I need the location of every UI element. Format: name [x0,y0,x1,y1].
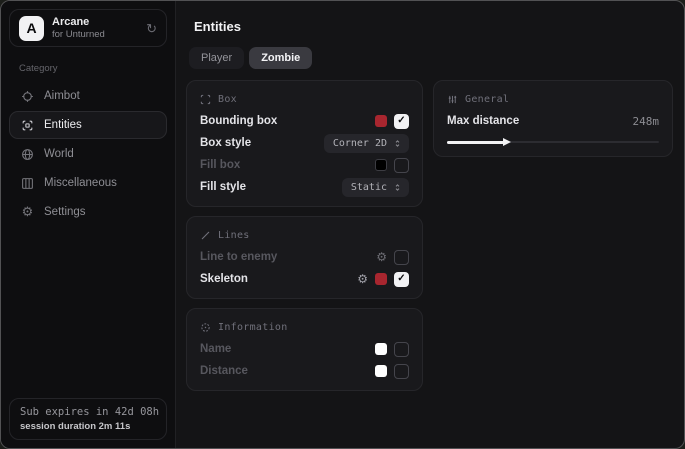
crosshair-icon [20,90,35,103]
app-header-card: A Arcane for Unturned ↻ [9,9,167,47]
scan-circle-icon [200,322,211,333]
content-area: Box Bounding box ✓ Box style [186,80,673,391]
box-card: Box Bounding box ✓ Box style [186,80,423,207]
fill-style-dropdown[interactable]: Static [342,178,409,197]
box-card-header: Box [200,91,409,107]
fill-box-label: Fill box [200,159,240,171]
lines-card: Lines Line to enemy ⚙ Skeleton [186,216,423,299]
box-card-title: Box [218,94,237,105]
lines-card-rows: Line to enemy ⚙ Skeleton ⚙ ✓ [200,246,409,290]
bounding-box-color-swatch[interactable] [375,115,387,127]
globe-icon [20,148,35,161]
sidebar-item-entities[interactable]: Entities [9,111,167,139]
fill-style-value: Static [351,182,387,193]
box-corners-icon [200,94,211,105]
sidebar-item-label: World [44,148,74,160]
fill-style-label: Fill style [200,181,246,193]
line-icon [200,230,211,241]
main-panel: Entities Player Zombie Box Bounding box [176,1,685,448]
line-to-enemy-gear-icon[interactable]: ⚙ [376,251,387,263]
fill-box-row: Fill box [200,154,409,176]
app-logo: A [19,16,44,41]
name-row: Name [200,338,409,360]
right-column: General Max distance 248m [433,80,673,157]
max-distance-value: 248m [633,115,660,128]
sidebar-item-label: Miscellaneous [44,177,117,189]
general-card: General Max distance 248m [433,80,673,157]
fill-box-checkbox[interactable] [394,158,409,173]
tab-player[interactable]: Player [189,47,244,69]
distance-checkbox[interactable] [394,364,409,379]
left-column: Box Bounding box ✓ Box style [186,80,423,391]
subscription-card: Sub expires in 42d 08h session duration … [9,398,167,440]
sidebar-item-label: Entities [44,119,82,131]
bounding-box-row: Bounding box ✓ [200,110,409,132]
entity-tabs: Player Zombie [189,47,673,69]
columns-icon [20,177,35,190]
skeleton-label: Skeleton [200,273,248,285]
app-titles: Arcane for Unturned [52,16,105,41]
sidebar-item-world[interactable]: World [9,140,167,168]
sub-expiry-text: Sub expires in 42d 08h [20,406,156,418]
fill-box-color-swatch[interactable] [375,159,387,171]
information-card-header: Information [200,319,409,335]
distance-color-swatch[interactable] [375,365,387,377]
skeleton-color-swatch[interactable] [375,273,387,285]
sidebar-item-settings[interactable]: ⚙ Settings [9,198,167,226]
general-card-title: General [465,94,509,105]
name-color-swatch[interactable] [375,343,387,355]
sidebar-item-label: Settings [44,206,86,218]
line-to-enemy-checkbox[interactable] [394,250,409,265]
page-title: Entities [194,19,673,34]
information-card: Information Name Distance [186,308,423,391]
sidebar-item-aimbot[interactable]: Aimbot [9,82,167,110]
slider-fill-and-thumb[interactable] [447,141,504,144]
lines-card-title: Lines [218,230,250,241]
bounding-box-checkbox[interactable]: ✓ [394,114,409,129]
box-style-dropdown[interactable]: Corner 2D [324,134,409,153]
entities-icon [20,119,35,132]
line-to-enemy-label: Line to enemy [200,251,277,263]
chevron-up-down-icon [393,183,402,192]
gear-icon: ⚙ [20,204,35,220]
name-checkbox[interactable] [394,342,409,357]
name-label: Name [200,343,231,355]
app-name: Arcane [52,16,105,29]
distance-row: Distance [200,360,409,382]
category-label: Category [19,63,167,74]
tab-zombie[interactable]: Zombie [249,47,312,69]
sidebar: A Arcane for Unturned ↻ Category Aimbot … [1,1,176,448]
distance-label: Distance [200,365,248,377]
box-style-row: Box style Corner 2D [200,132,409,154]
skeleton-checkbox[interactable]: ✓ [394,272,409,287]
sidebar-item-miscellaneous[interactable]: Miscellaneous [9,169,167,197]
sliders-icon [447,94,458,105]
sidebar-item-label: Aimbot [44,90,80,102]
bounding-box-label: Bounding box [200,115,277,127]
line-to-enemy-row: Line to enemy ⚙ [200,246,409,268]
chevron-up-down-icon [393,139,402,148]
app-window: A Arcane for Unturned ↻ Category Aimbot … [0,0,685,449]
max-distance-row: Max distance 248m [447,110,659,132]
skeleton-row: Skeleton ⚙ ✓ [200,268,409,290]
max-distance-label: Max distance [447,115,519,127]
max-distance-slider[interactable] [447,136,659,148]
general-card-header: General [447,91,659,107]
fill-style-row: Fill style Static [200,176,409,198]
box-card-rows: Bounding box ✓ Box style Corner 2D [200,110,409,198]
box-style-value: Corner 2D [333,138,387,149]
skeleton-gear-icon[interactable]: ⚙ [357,273,368,285]
app-subtitle: for Unturned [52,29,105,41]
information-card-rows: Name Distance [200,338,409,382]
information-card-title: Information [218,322,288,333]
lines-card-header: Lines [200,227,409,243]
session-duration-text: session duration 2m 11s [20,421,156,432]
sync-icon[interactable]: ↻ [146,22,157,35]
box-style-label: Box style [200,137,251,149]
